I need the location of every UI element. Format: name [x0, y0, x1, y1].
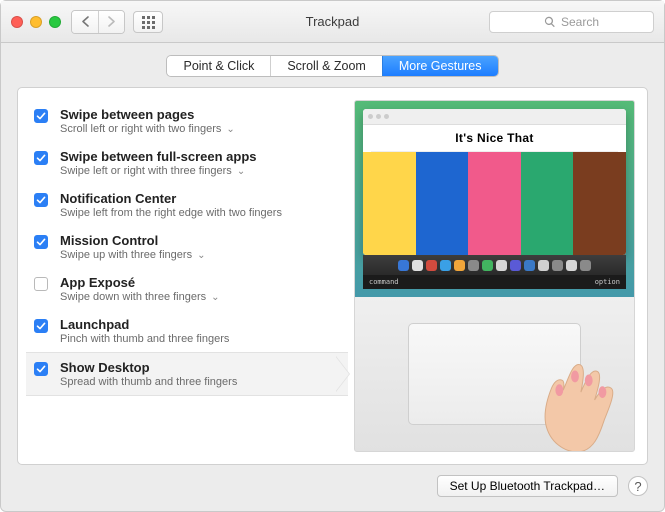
content-area: Point & Click Scroll & Zoom More Gesture… [1, 43, 664, 511]
option-subtitle: Spread with thumb and three fingers [60, 376, 237, 388]
window-controls [11, 16, 61, 28]
options-list: Swipe between pages Scroll left or right… [26, 100, 348, 452]
tab-segmented-control: Point & Click Scroll & Zoom More Gesture… [166, 55, 498, 77]
option-title: Swipe between pages [60, 107, 235, 122]
hand-icon [526, 339, 624, 452]
option-subtitle-dropdown[interactable]: Swipe left or right with three fingers⌄ [60, 165, 257, 177]
help-button[interactable]: ? [628, 476, 648, 496]
preview-trackpad [355, 297, 634, 451]
tab-more-gestures[interactable]: More Gestures [382, 56, 498, 76]
close-window-button[interactable] [11, 16, 23, 28]
checkbox-launchpad[interactable] [34, 319, 48, 333]
option-title: Notification Center [60, 191, 282, 206]
option-subtitle-dropdown[interactable]: Swipe up with three fingers⌄ [60, 249, 205, 261]
titlebar: Trackpad Search [1, 1, 664, 43]
checkbox-swipe-fullscreen-apps[interactable] [34, 151, 48, 165]
setup-bluetooth-trackpad-button[interactable]: Set Up Bluetooth Trackpad… [437, 475, 618, 497]
tab-bar: Point & Click Scroll & Zoom More Gesture… [17, 55, 648, 77]
option-title: Swipe between full-screen apps [60, 149, 257, 164]
checkbox-app-expose[interactable] [34, 277, 48, 291]
footer: Set Up Bluetooth Trackpad… ? [17, 475, 648, 497]
option-swipe-between-pages[interactable]: Swipe between pages Scroll left or right… [26, 100, 348, 142]
option-app-expose[interactable]: App Exposé Swipe down with three fingers… [26, 268, 348, 310]
option-launchpad[interactable]: Launchpad Pinch with thumb and three fin… [26, 310, 348, 352]
option-subtitle: Swipe left from the right edge with two … [60, 207, 282, 219]
back-button[interactable] [72, 11, 98, 33]
zoom-window-button[interactable] [49, 16, 61, 28]
forward-button[interactable] [98, 11, 124, 33]
checkbox-notification-center[interactable] [34, 193, 48, 207]
checkbox-mission-control[interactable] [34, 235, 48, 249]
chevron-down-icon: ⌄ [237, 166, 245, 177]
option-show-desktop[interactable]: Show Desktop Spread with thumb and three… [26, 352, 348, 396]
chevron-down-icon: ⌄ [197, 250, 205, 261]
show-all-button[interactable] [133, 11, 163, 33]
nav-back-forward [71, 10, 125, 34]
option-title: Show Desktop [60, 360, 237, 375]
settings-panel: Swipe between pages Scroll left or right… [17, 87, 648, 465]
checkbox-show-desktop[interactable] [34, 362, 48, 376]
checkbox-swipe-between-pages[interactable] [34, 109, 48, 123]
chevron-down-icon: ⌄ [211, 292, 219, 303]
preview-dock [363, 255, 626, 275]
preview-browser: It's Nice That [363, 109, 626, 255]
option-swipe-fullscreen-apps[interactable]: Swipe between full-screen apps Swipe lef… [26, 142, 348, 184]
option-mission-control[interactable]: Mission Control Swipe up with three fing… [26, 226, 348, 268]
preview-artwork [363, 152, 626, 255]
option-notification-center[interactable]: Notification Center Swipe left from the … [26, 184, 348, 226]
gesture-preview: It's Nice That co [354, 100, 635, 452]
preview-screen: It's Nice That co [355, 101, 634, 297]
search-icon [544, 16, 556, 28]
tab-point-click[interactable]: Point & Click [167, 56, 270, 76]
option-subtitle: Pinch with thumb and three fingers [60, 333, 229, 345]
chevron-down-icon: ⌄ [226, 124, 234, 135]
option-title: Launchpad [60, 317, 229, 332]
search-input[interactable]: Search [489, 11, 654, 33]
option-subtitle-dropdown[interactable]: Swipe down with three fingers⌄ [60, 291, 220, 303]
tab-scroll-zoom[interactable]: Scroll & Zoom [270, 56, 382, 76]
preferences-window: Trackpad Search Point & Click Scroll & Z… [0, 0, 665, 512]
option-title: App Exposé [60, 275, 220, 290]
search-placeholder: Search [561, 15, 599, 29]
preview-keyboard-edge: command option [363, 275, 626, 289]
minimize-window-button[interactable] [30, 16, 42, 28]
grid-icon [142, 16, 154, 28]
option-title: Mission Control [60, 233, 205, 248]
option-subtitle-dropdown[interactable]: Scroll left or right with two fingers⌄ [60, 123, 235, 135]
preview-browser-title: It's Nice That [363, 125, 626, 151]
